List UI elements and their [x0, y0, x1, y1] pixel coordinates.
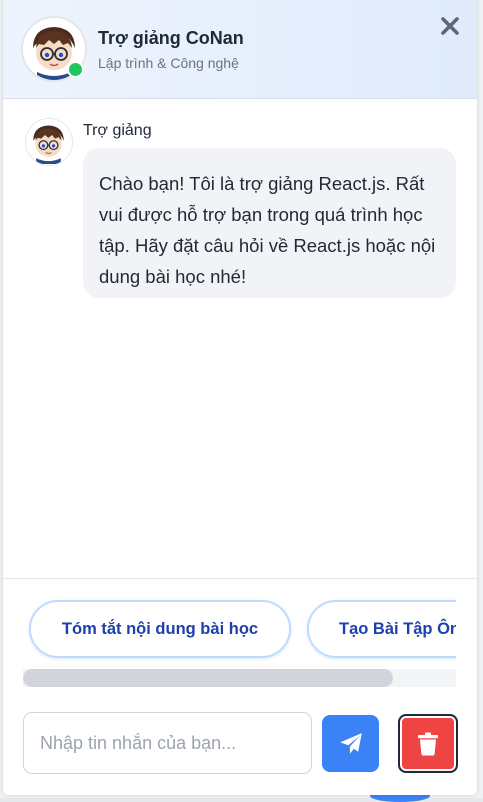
- delete-button[interactable]: [398, 714, 458, 773]
- horizontal-scrollbar[interactable]: [23, 669, 456, 687]
- message-bubble: Chào bạn! Tôi là trợ giảng React.js. Rất…: [83, 148, 456, 298]
- chat-subtitle: Lập trình & Công nghệ: [98, 55, 239, 71]
- suggestion-chip-exercise[interactable]: Tạo Bài Tập Ôn: [307, 600, 456, 658]
- message-sender: Trợ giảng: [83, 122, 152, 139]
- chat-header: Trợ giảng CoNan Lập trình & Công nghệ: [3, 0, 477, 99]
- close-button[interactable]: [438, 14, 462, 38]
- suggestion-bar: Tóm tắt nội dung bài học Tạo Bài Tập Ôn: [3, 578, 477, 693]
- send-button[interactable]: [322, 715, 379, 772]
- online-status-dot: [67, 61, 84, 78]
- suggestion-chip-row: Tóm tắt nội dung bài học Tạo Bài Tập Ôn: [23, 599, 456, 661]
- bot-avatar: [25, 118, 73, 166]
- conan-avatar-icon: [26, 119, 71, 164]
- close-icon: [441, 17, 459, 35]
- message-input[interactable]: [23, 712, 312, 774]
- app-background: Trợ giảng CoNan Lập trình & Công nghệ Tr…: [0, 0, 483, 802]
- paper-plane-icon: [339, 732, 362, 754]
- message-list: Trợ giảng Chào bạn! Tôi là trợ giảng Rea…: [3, 100, 477, 578]
- suggestion-chip-summary[interactable]: Tóm tắt nội dung bài học: [29, 600, 291, 658]
- chat-panel: Trợ giảng CoNan Lập trình & Công nghệ Tr…: [3, 0, 477, 795]
- trash-icon: [418, 732, 438, 755]
- composer: [3, 693, 477, 795]
- chat-title: Trợ giảng CoNan: [98, 28, 244, 48]
- horizontal-scrollbar-thumb[interactable]: [23, 669, 393, 687]
